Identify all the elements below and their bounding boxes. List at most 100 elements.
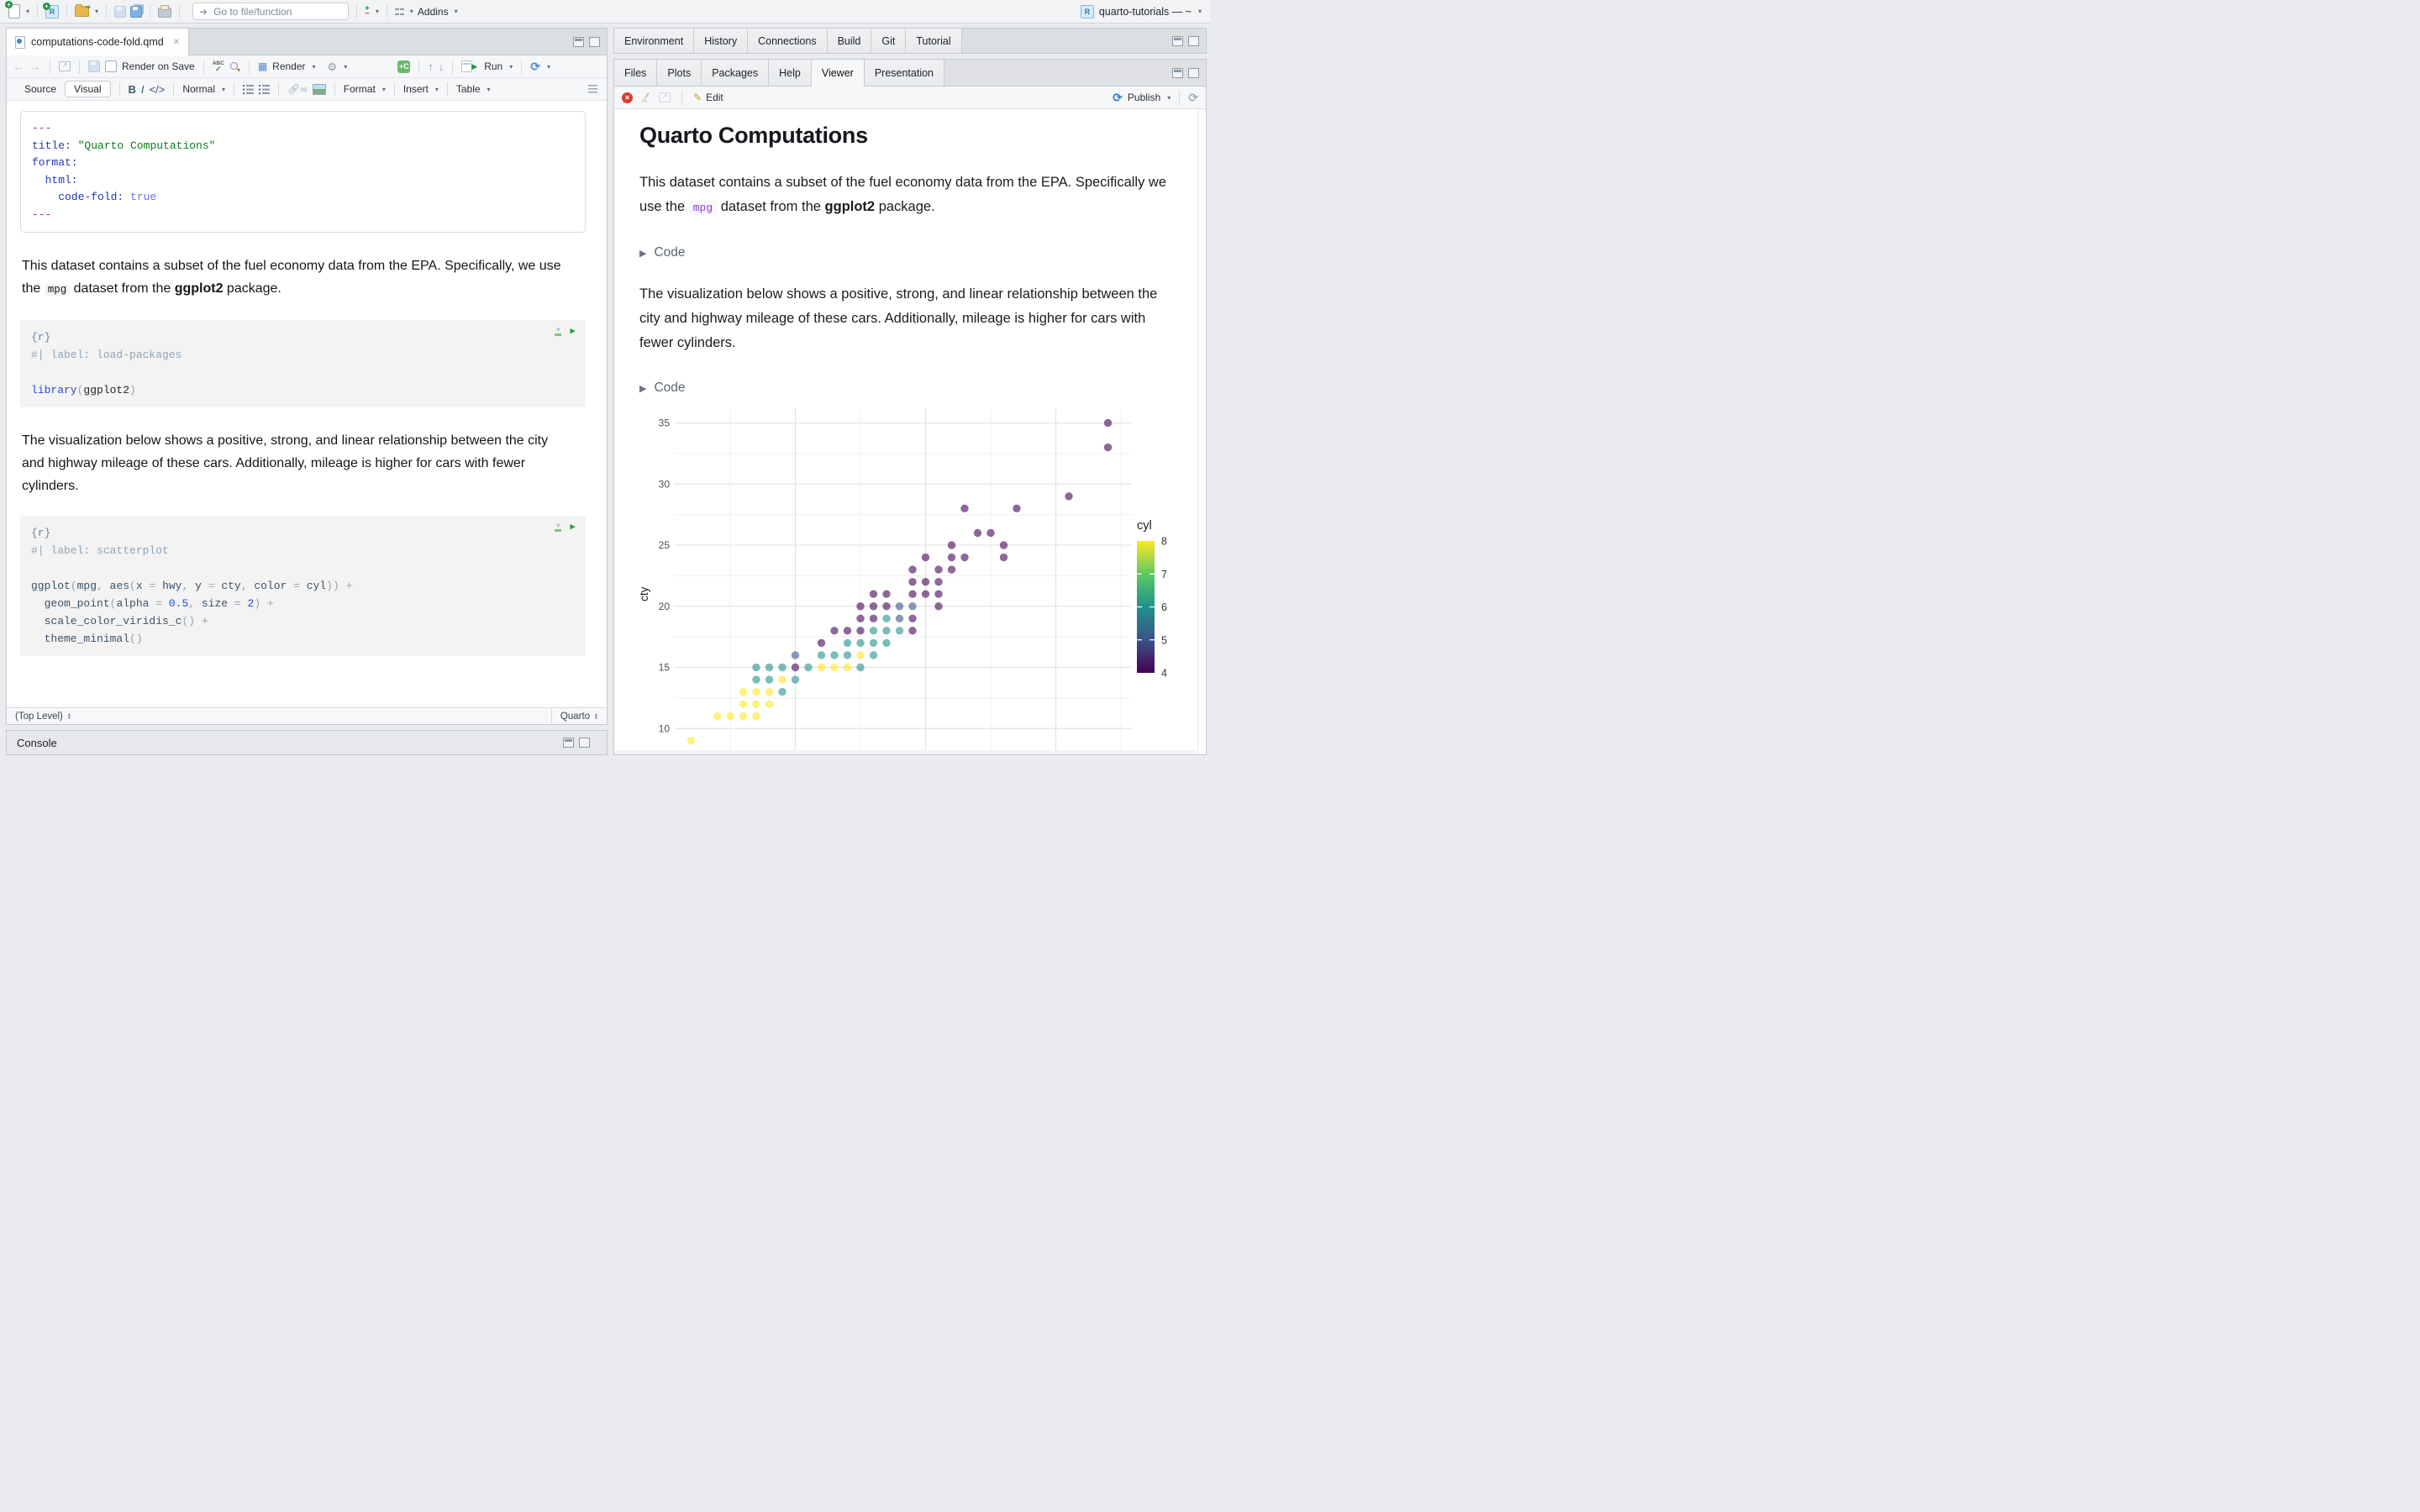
minimize-pane-icon[interactable] [1172, 35, 1183, 46]
go-previous-chunk-icon[interactable]: ↑ [428, 60, 434, 73]
insert-menu[interactable]: Insert [403, 83, 429, 95]
tab-packages[interactable]: Packages [702, 60, 770, 86]
tab-history[interactable]: History [694, 29, 749, 53]
goto-file-search[interactable]: ➜ Go to file/function [192, 3, 350, 20]
run-chunks-above-icon[interactable]: ▼ [555, 523, 562, 532]
paragraph-style-select[interactable]: Normal [182, 83, 215, 95]
style-caret-icon[interactable]: ▾ [222, 86, 225, 93]
save-icon[interactable] [114, 5, 127, 18]
code-fold-2[interactable]: ▶ Code [639, 381, 1172, 396]
render-caret-icon[interactable]: ▾ [313, 63, 316, 71]
refresh-viewer-icon[interactable]: ⟳ [1188, 92, 1198, 103]
tab-files[interactable]: Files [614, 60, 658, 86]
minimize-pane-icon[interactable] [573, 36, 584, 47]
save-document-icon[interactable] [88, 60, 100, 72]
image-icon[interactable] [312, 83, 326, 95]
run-chunk-icon[interactable]: ▶ [570, 328, 576, 337]
editor-paragraph-2[interactable]: The visualization below shows a positive… [22, 429, 572, 497]
spellcheck-icon[interactable]: ABC ✓ [213, 60, 224, 72]
new-file-icon[interactable]: + [5, 1, 20, 18]
link-icon[interactable]: 🔗︎∞ [287, 83, 308, 95]
code-format-icon[interactable]: </> [150, 83, 166, 96]
open-file-caret-icon[interactable]: ▾ [95, 8, 98, 15]
go-next-chunk-icon[interactable]: ↓ [439, 60, 445, 73]
minimize-pane-icon[interactable] [563, 738, 574, 748]
tab-build[interactable]: Build [827, 29, 872, 53]
toolbar-divider [418, 59, 420, 74]
outline-location-selector[interactable]: (Top Level) ▲ ▼ [7, 711, 80, 722]
clear-viewer-icon[interactable] [640, 92, 651, 103]
stop-viewer-icon[interactable]: ✕ [622, 92, 633, 103]
popout-window-icon[interactable]: ↗ [59, 61, 71, 71]
edit-button[interactable]: Edit [706, 92, 723, 103]
rerun-caret-icon[interactable]: ▾ [547, 63, 550, 71]
forward-icon[interactable]: → [29, 60, 41, 72]
toolbar-divider [106, 4, 108, 18]
insert-caret-icon[interactable]: ▾ [435, 86, 439, 93]
editor-tab[interactable]: computations-code-fold.qmd ✕ [7, 29, 190, 55]
numbered-list-icon[interactable] [259, 84, 270, 94]
editor-paragraph-1[interactable]: This dataset contains a subset of the fu… [22, 255, 572, 302]
publish-caret-icon[interactable]: ▾ [1167, 94, 1171, 102]
visual-mode-button[interactable]: Visual [65, 81, 111, 97]
panes-layout-icon[interactable] [394, 7, 404, 16]
format-caret-icon[interactable]: ▾ [382, 86, 386, 93]
outline-icon[interactable] [586, 85, 597, 93]
gear-caret-icon[interactable]: ▾ [344, 63, 347, 71]
back-icon[interactable]: ← [13, 60, 24, 72]
bold-icon[interactable]: B [129, 83, 136, 96]
console-pane-header[interactable]: Console [6, 730, 608, 755]
insert-chunk-icon[interactable]: +C [397, 60, 411, 73]
run-chunk-icon[interactable]: ▶ [570, 523, 576, 533]
open-file-icon[interactable] [75, 3, 91, 17]
version-control-caret-icon[interactable]: ▾ [376, 8, 379, 15]
source-rerun-icon[interactable]: ⟳ [530, 60, 540, 72]
minimize-pane-icon[interactable] [1172, 67, 1183, 78]
maximize-pane-icon[interactable] [579, 738, 590, 748]
tab-environment[interactable]: Environment [614, 29, 695, 53]
run-caret-icon[interactable]: ▾ [509, 63, 513, 71]
panes-caret-icon[interactable]: ▾ [410, 8, 413, 15]
maximize-pane-icon[interactable] [1188, 35, 1199, 46]
save-all-icon[interactable] [130, 5, 143, 18]
document-options-gear-icon[interactable]: ⚙ [328, 61, 338, 72]
find-replace-icon[interactable] [229, 61, 240, 72]
editor-canvas[interactable]: --- title: "Quarto Computations" format: h… [7, 101, 607, 707]
publish-button[interactable]: Publish [1128, 92, 1160, 103]
source-mode-button[interactable]: Source [16, 81, 65, 97]
code-fold-1[interactable]: ▶ Code [639, 245, 1172, 260]
yaml-block[interactable]: --- title: "Quarto Computations" format: h… [20, 111, 586, 233]
maximize-pane-icon[interactable] [1188, 67, 1199, 78]
table-caret-icon[interactable]: ▾ [487, 86, 491, 93]
tab-connections[interactable]: Connections [748, 29, 828, 53]
tab-presentation[interactable]: Presentation [864, 60, 944, 86]
tab-git[interactable]: Git [871, 29, 907, 53]
tab-tutorial[interactable]: Tutorial [906, 29, 962, 53]
format-menu[interactable]: Format [344, 83, 376, 95]
run-chunks-above-icon[interactable]: ▼ [555, 328, 562, 336]
open-in-browser-icon[interactable]: ↗ [659, 92, 671, 102]
new-project-icon[interactable]: R + [43, 2, 60, 18]
print-icon[interactable] [158, 5, 172, 18]
version-control-icon[interactable]: + − [365, 4, 370, 18]
bullet-list-icon[interactable] [243, 84, 254, 94]
viewer-scrollbar[interactable] [1197, 109, 1206, 754]
run-button[interactable]: Run [484, 60, 502, 72]
project-selector[interactable]: R quarto-tutorials — ~ ▾ [1080, 4, 1202, 18]
tab-viewer[interactable]: Viewer [811, 60, 865, 87]
maximize-pane-icon[interactable] [589, 36, 600, 47]
table-menu[interactable]: Table [456, 83, 481, 95]
render-button[interactable]: Render [272, 60, 305, 72]
document-paragraph-1: This dataset contains a subset of the fu… [639, 171, 1172, 220]
tab-help[interactable]: Help [769, 60, 812, 86]
new-file-caret-icon[interactable]: ▾ [26, 8, 29, 15]
tab-plots[interactable]: Plots [657, 60, 702, 86]
addins-menu[interactable]: Addins [418, 6, 449, 18]
code-chunk-load-packages[interactable]: ▼ ▶ {r} #| label: load-packages library(g… [20, 320, 586, 407]
italic-icon[interactable]: I [141, 83, 145, 96]
render-on-save-checkbox[interactable] [105, 60, 117, 72]
addins-caret-icon[interactable]: ▾ [455, 8, 458, 15]
close-tab-icon[interactable]: ✕ [173, 38, 180, 47]
file-type-selector[interactable]: Quarto ▲ ▼ [550, 708, 607, 724]
code-chunk-scatterplot[interactable]: ▼ ▶ {r} #| label: scatterplot ggplot(mpg,… [20, 516, 586, 656]
